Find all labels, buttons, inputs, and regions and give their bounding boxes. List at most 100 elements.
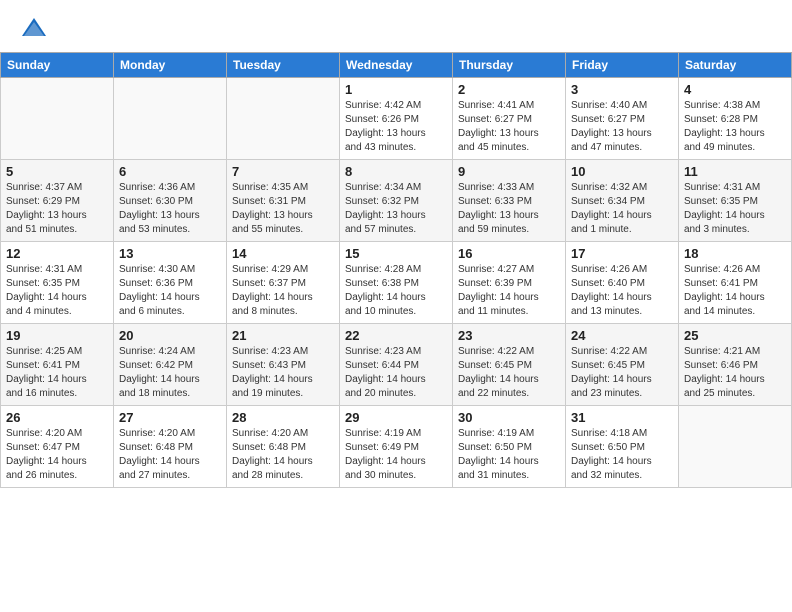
day-number: 21 <box>232 328 334 343</box>
calendar-cell: 23 Sunrise: 4:22 AM Sunset: 6:45 PM Dayli… <box>453 324 566 406</box>
calendar-cell: 17 Sunrise: 4:26 AM Sunset: 6:40 PM Dayli… <box>566 242 679 324</box>
day-number: 2 <box>458 82 560 97</box>
day-number: 1 <box>345 82 447 97</box>
day-info: Sunrise: 4:42 AM Sunset: 6:26 PM Dayligh… <box>345 99 447 155</box>
calendar-cell: 22Sunrise: 4:23 AM Sunset: 6:44 PM Dayli… <box>340 324 453 406</box>
day-info: Sunrise: 4:37 AM Sunset: 6:29 PM Dayligh… <box>6 181 108 237</box>
day-info: Sunrise: 4:41 AM Sunset: 6:27 PM Dayligh… <box>458 99 560 155</box>
calendar-cell: 26 Sunrise: 4:20 AM Sunset: 6:47 PM Dayli… <box>1 406 114 488</box>
day-info: Sunrise: 4:34 AM Sunset: 6:32 PM Dayligh… <box>345 181 447 237</box>
calendar-cell: 14 Sunrise: 4:29 AM Sunset: 6:37 PM Dayli… <box>227 242 340 324</box>
day-info: Sunrise: 4:31 AM Sunset: 6:35 PM Dayligh… <box>6 263 108 319</box>
day-info: Sunrise: 4:35 AM Sunset: 6:31 PM Dayligh… <box>232 181 334 237</box>
day-info: Sunrise: 4:19 AM Sunset: 6:49 PM Dayligh… <box>345 427 447 483</box>
day-number: 12 <box>6 246 108 261</box>
day-number: 13 <box>119 246 221 261</box>
day-info: Sunrise: 4:25 AM Sunset: 6:41 PM Dayligh… <box>6 345 108 401</box>
calendar-week-row: 19Sunrise: 4:25 AM Sunset: 6:41 PM Dayli… <box>1 324 792 406</box>
day-info: Sunrise: 4:40 AM Sunset: 6:27 PM Dayligh… <box>571 99 673 155</box>
calendar-cell: 5 Sunrise: 4:37 AM Sunset: 6:29 PM Daylig… <box>1 160 114 242</box>
calendar-cell: 11Sunrise: 4:31 AM Sunset: 6:35 PM Dayli… <box>679 160 792 242</box>
day-number: 16 <box>458 246 560 261</box>
day-number: 26 <box>6 410 108 425</box>
calendar-cell: 24 Sunrise: 4:22 AM Sunset: 6:45 PM Dayli… <box>566 324 679 406</box>
page-header <box>0 0 792 52</box>
day-number: 18 <box>684 246 786 261</box>
day-number: 15 <box>345 246 447 261</box>
day-info: Sunrise: 4:27 AM Sunset: 6:39 PM Dayligh… <box>458 263 560 319</box>
day-number: 7 <box>232 164 334 179</box>
calendar-cell: 1 Sunrise: 4:42 AM Sunset: 6:26 PM Daylig… <box>340 78 453 160</box>
calendar-cell: 18 Sunrise: 4:26 AM Sunset: 6:41 PM Dayli… <box>679 242 792 324</box>
day-of-week-header: Tuesday <box>227 53 340 78</box>
day-info: Sunrise: 4:19 AM Sunset: 6:50 PM Dayligh… <box>458 427 560 483</box>
calendar-cell <box>227 78 340 160</box>
day-number: 24 <box>571 328 673 343</box>
day-info: Sunrise: 4:38 AM Sunset: 6:28 PM Dayligh… <box>684 99 786 155</box>
calendar-cell: 16 Sunrise: 4:27 AM Sunset: 6:39 PM Dayli… <box>453 242 566 324</box>
day-info: Sunrise: 4:23 AM Sunset: 6:44 PM Dayligh… <box>345 345 447 401</box>
calendar-cell: 29 Sunrise: 4:19 AM Sunset: 6:49 PM Dayli… <box>340 406 453 488</box>
calendar-cell: 2 Sunrise: 4:41 AM Sunset: 6:27 PM Daylig… <box>453 78 566 160</box>
day-info: Sunrise: 4:20 AM Sunset: 6:48 PM Dayligh… <box>119 427 221 483</box>
calendar-cell <box>679 406 792 488</box>
calendar-header-row: SundayMondayTuesdayWednesdayThursdayFrid… <box>1 53 792 78</box>
calendar-cell: 19Sunrise: 4:25 AM Sunset: 6:41 PM Dayli… <box>1 324 114 406</box>
day-number: 23 <box>458 328 560 343</box>
day-of-week-header: Sunday <box>1 53 114 78</box>
day-info: Sunrise: 4:33 AM Sunset: 6:33 PM Dayligh… <box>458 181 560 237</box>
logo-icon <box>20 14 48 42</box>
day-info: Sunrise: 4:28 AM Sunset: 6:38 PM Dayligh… <box>345 263 447 319</box>
day-number: 17 <box>571 246 673 261</box>
calendar-cell: 7 Sunrise: 4:35 AM Sunset: 6:31 PM Daylig… <box>227 160 340 242</box>
calendar-cell: 9 Sunrise: 4:33 AM Sunset: 6:33 PM Daylig… <box>453 160 566 242</box>
calendar-cell: 27 Sunrise: 4:20 AM Sunset: 6:48 PM Dayli… <box>114 406 227 488</box>
day-number: 29 <box>345 410 447 425</box>
day-number: 31 <box>571 410 673 425</box>
calendar-cell: 20Sunrise: 4:24 AM Sunset: 6:42 PM Dayli… <box>114 324 227 406</box>
calendar-cell <box>114 78 227 160</box>
day-number: 5 <box>6 164 108 179</box>
calendar-cell <box>1 78 114 160</box>
day-number: 6 <box>119 164 221 179</box>
day-info: Sunrise: 4:23 AM Sunset: 6:43 PM Dayligh… <box>232 345 334 401</box>
day-number: 28 <box>232 410 334 425</box>
day-number: 9 <box>458 164 560 179</box>
day-of-week-header: Thursday <box>453 53 566 78</box>
calendar-cell: 21 Sunrise: 4:23 AM Sunset: 6:43 PM Dayli… <box>227 324 340 406</box>
day-info: Sunrise: 4:20 AM Sunset: 6:48 PM Dayligh… <box>232 427 334 483</box>
day-of-week-header: Friday <box>566 53 679 78</box>
calendar-cell: 3 Sunrise: 4:40 AM Sunset: 6:27 PM Daylig… <box>566 78 679 160</box>
day-number: 11 <box>684 164 786 179</box>
calendar-cell: 31 Sunrise: 4:18 AM Sunset: 6:50 PM Dayli… <box>566 406 679 488</box>
day-info: Sunrise: 4:22 AM Sunset: 6:45 PM Dayligh… <box>571 345 673 401</box>
calendar-week-row: 12 Sunrise: 4:31 AM Sunset: 6:35 PM Dayli… <box>1 242 792 324</box>
day-of-week-header: Monday <box>114 53 227 78</box>
calendar-table: SundayMondayTuesdayWednesdayThursdayFrid… <box>0 52 792 488</box>
day-number: 8 <box>345 164 447 179</box>
day-of-week-header: Saturday <box>679 53 792 78</box>
day-number: 4 <box>684 82 786 97</box>
day-info: Sunrise: 4:22 AM Sunset: 6:45 PM Dayligh… <box>458 345 560 401</box>
calendar-cell: 15 Sunrise: 4:28 AM Sunset: 6:38 PM Dayli… <box>340 242 453 324</box>
day-info: Sunrise: 4:30 AM Sunset: 6:36 PM Dayligh… <box>119 263 221 319</box>
calendar-cell: 13 Sunrise: 4:30 AM Sunset: 6:36 PM Dayli… <box>114 242 227 324</box>
calendar-cell: 12 Sunrise: 4:31 AM Sunset: 6:35 PM Dayli… <box>1 242 114 324</box>
day-info: Sunrise: 4:26 AM Sunset: 6:41 PM Dayligh… <box>684 263 786 319</box>
calendar-cell: 4 Sunrise: 4:38 AM Sunset: 6:28 PM Daylig… <box>679 78 792 160</box>
calendar-cell: 8 Sunrise: 4:34 AM Sunset: 6:32 PM Daylig… <box>340 160 453 242</box>
day-number: 3 <box>571 82 673 97</box>
day-number: 14 <box>232 246 334 261</box>
day-number: 25 <box>684 328 786 343</box>
day-info: Sunrise: 4:20 AM Sunset: 6:47 PM Dayligh… <box>6 427 108 483</box>
day-of-week-header: Wednesday <box>340 53 453 78</box>
day-info: Sunrise: 4:32 AM Sunset: 6:34 PM Dayligh… <box>571 181 673 237</box>
calendar-cell: 28 Sunrise: 4:20 AM Sunset: 6:48 PM Dayli… <box>227 406 340 488</box>
day-info: Sunrise: 4:24 AM Sunset: 6:42 PM Dayligh… <box>119 345 221 401</box>
day-number: 27 <box>119 410 221 425</box>
day-info: Sunrise: 4:26 AM Sunset: 6:40 PM Dayligh… <box>571 263 673 319</box>
day-number: 10 <box>571 164 673 179</box>
day-info: Sunrise: 4:36 AM Sunset: 6:30 PM Dayligh… <box>119 181 221 237</box>
day-info: Sunrise: 4:29 AM Sunset: 6:37 PM Dayligh… <box>232 263 334 319</box>
day-info: Sunrise: 4:18 AM Sunset: 6:50 PM Dayligh… <box>571 427 673 483</box>
